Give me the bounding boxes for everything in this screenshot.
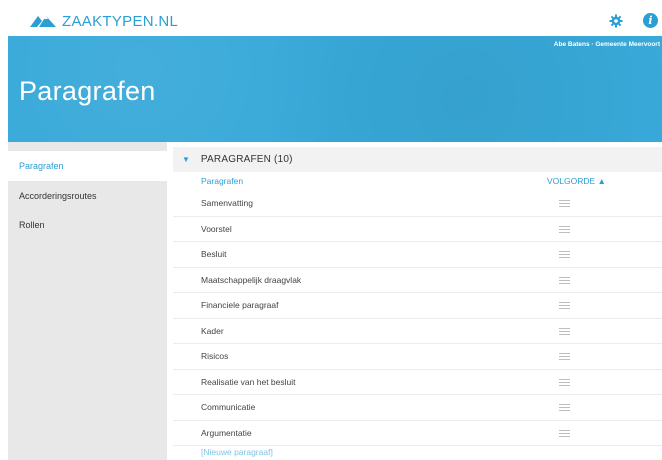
drag-handle-icon[interactable] (559, 327, 570, 335)
table-row[interactable]: Besluit (173, 242, 662, 268)
main-content: ▼ PARAGRAFEN (10) Paragrafen VOLGORDE ▲ … (167, 142, 662, 460)
column-headers: Paragrafen VOLGORDE ▲ (173, 176, 662, 190)
row-name[interactable]: Samenvatting (201, 198, 253, 208)
table-row[interactable]: Realisatie van het besluit (173, 370, 662, 395)
logo-text: ZAAKTYPEN.NL (62, 12, 179, 30)
sidebar-item-paragrafen[interactable]: Paragrafen (8, 151, 167, 181)
column-header-volgorde[interactable]: VOLGORDE ▲ (547, 176, 606, 186)
drag-handle-icon[interactable] (559, 353, 570, 360)
page-header: Abe Batens · Gemeente Meervoort Paragraf… (8, 36, 662, 142)
section-header[interactable]: ▼ PARAGRAFEN (10) (173, 147, 662, 172)
drag-handle-icon[interactable] (559, 276, 570, 284)
section-title: PARAGRAFEN (10) (200, 154, 293, 165)
row-name[interactable]: Communicatie (201, 402, 255, 412)
logo-mark-icon (30, 16, 56, 27)
gear-icon[interactable] (609, 14, 623, 28)
table-row[interactable]: Voorstel (173, 217, 662, 242)
paragraph-list: Samenvatting Voorstel Besluit Maatschapp… (173, 191, 662, 446)
row-name[interactable]: Besluit (201, 249, 227, 259)
row-name[interactable]: Voorstel (201, 224, 232, 234)
row-name[interactable]: Maatschappelijk draagvlak (201, 275, 301, 285)
column-header-paragrafen[interactable]: Paragrafen (201, 176, 243, 186)
caret-down-icon[interactable]: ▼ (182, 155, 190, 164)
row-name[interactable]: Risicos (201, 351, 228, 361)
table-row[interactable]: Financiele paragraaf (173, 293, 662, 319)
top-bar: ZAAKTYPEN.NL i (8, 6, 662, 36)
row-name[interactable]: Financiele paragraaf (201, 300, 279, 310)
table-row[interactable]: Communicatie (173, 395, 662, 421)
drag-handle-icon[interactable] (559, 200, 570, 207)
sidebar-item-rollen[interactable]: Rollen (8, 210, 167, 239)
drag-handle-icon[interactable] (559, 404, 570, 411)
table-row[interactable]: Kader (173, 319, 662, 344)
table-row[interactable]: Samenvatting (173, 191, 662, 217)
table-row[interactable]: Argumentatie (173, 421, 662, 446)
info-icon[interactable]: i (643, 13, 658, 28)
logo[interactable]: ZAAKTYPEN.NL (28, 12, 178, 30)
drag-handle-icon[interactable] (559, 378, 570, 386)
table-row[interactable]: Maatschappelijk draagvlak (173, 268, 662, 293)
user-info[interactable]: Abe Batens · Gemeente Meervoort (554, 41, 660, 48)
drag-handle-icon[interactable] (559, 225, 570, 233)
row-name[interactable]: Kader (201, 326, 224, 336)
row-name[interactable]: Argumentatie (201, 428, 252, 438)
drag-handle-icon[interactable] (559, 251, 570, 258)
new-paragraph-link[interactable]: [Nieuwe paragraaf] (201, 447, 273, 457)
page-title: Paragrafen (19, 76, 156, 106)
sidebar: Paragrafen Accorderingsroutes Rollen (8, 142, 167, 460)
row-name[interactable]: Realisatie van het besluit (201, 377, 296, 387)
table-row[interactable]: Risicos (173, 344, 662, 370)
sidebar-item-accorderingsroutes[interactable]: Accorderingsroutes (8, 181, 167, 210)
drag-handle-icon[interactable] (559, 429, 570, 437)
drag-handle-icon[interactable] (559, 302, 570, 309)
